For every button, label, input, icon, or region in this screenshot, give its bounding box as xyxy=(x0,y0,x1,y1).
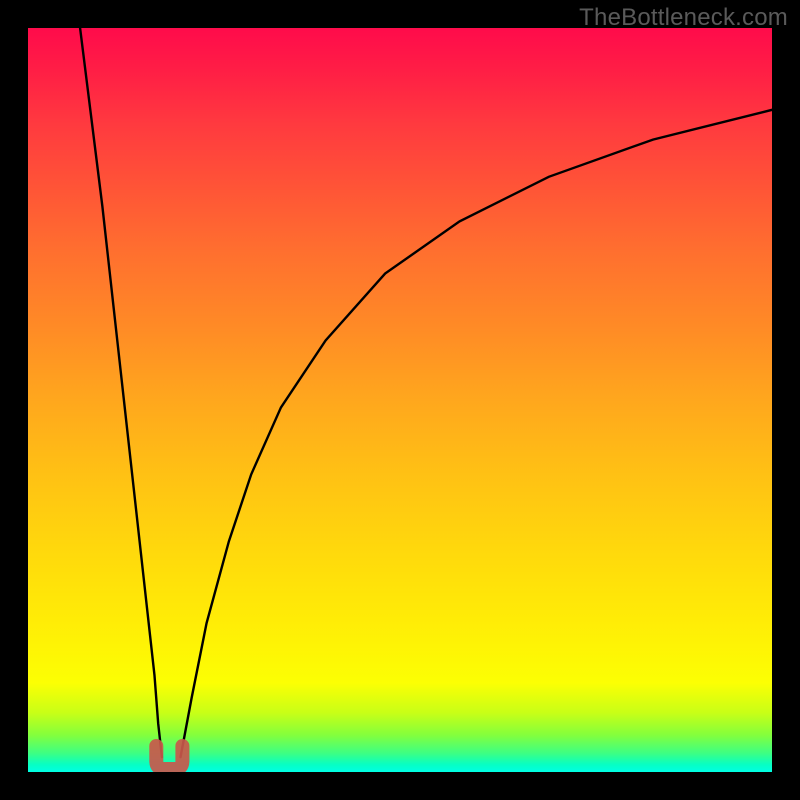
curve-right-branch xyxy=(181,110,772,757)
outer-frame: TheBottleneck.com xyxy=(0,0,800,800)
curve-left-branch xyxy=(80,28,162,757)
plot-area xyxy=(28,28,772,772)
watermark-label: TheBottleneck.com xyxy=(579,4,788,32)
bottleneck-curve xyxy=(28,28,772,772)
